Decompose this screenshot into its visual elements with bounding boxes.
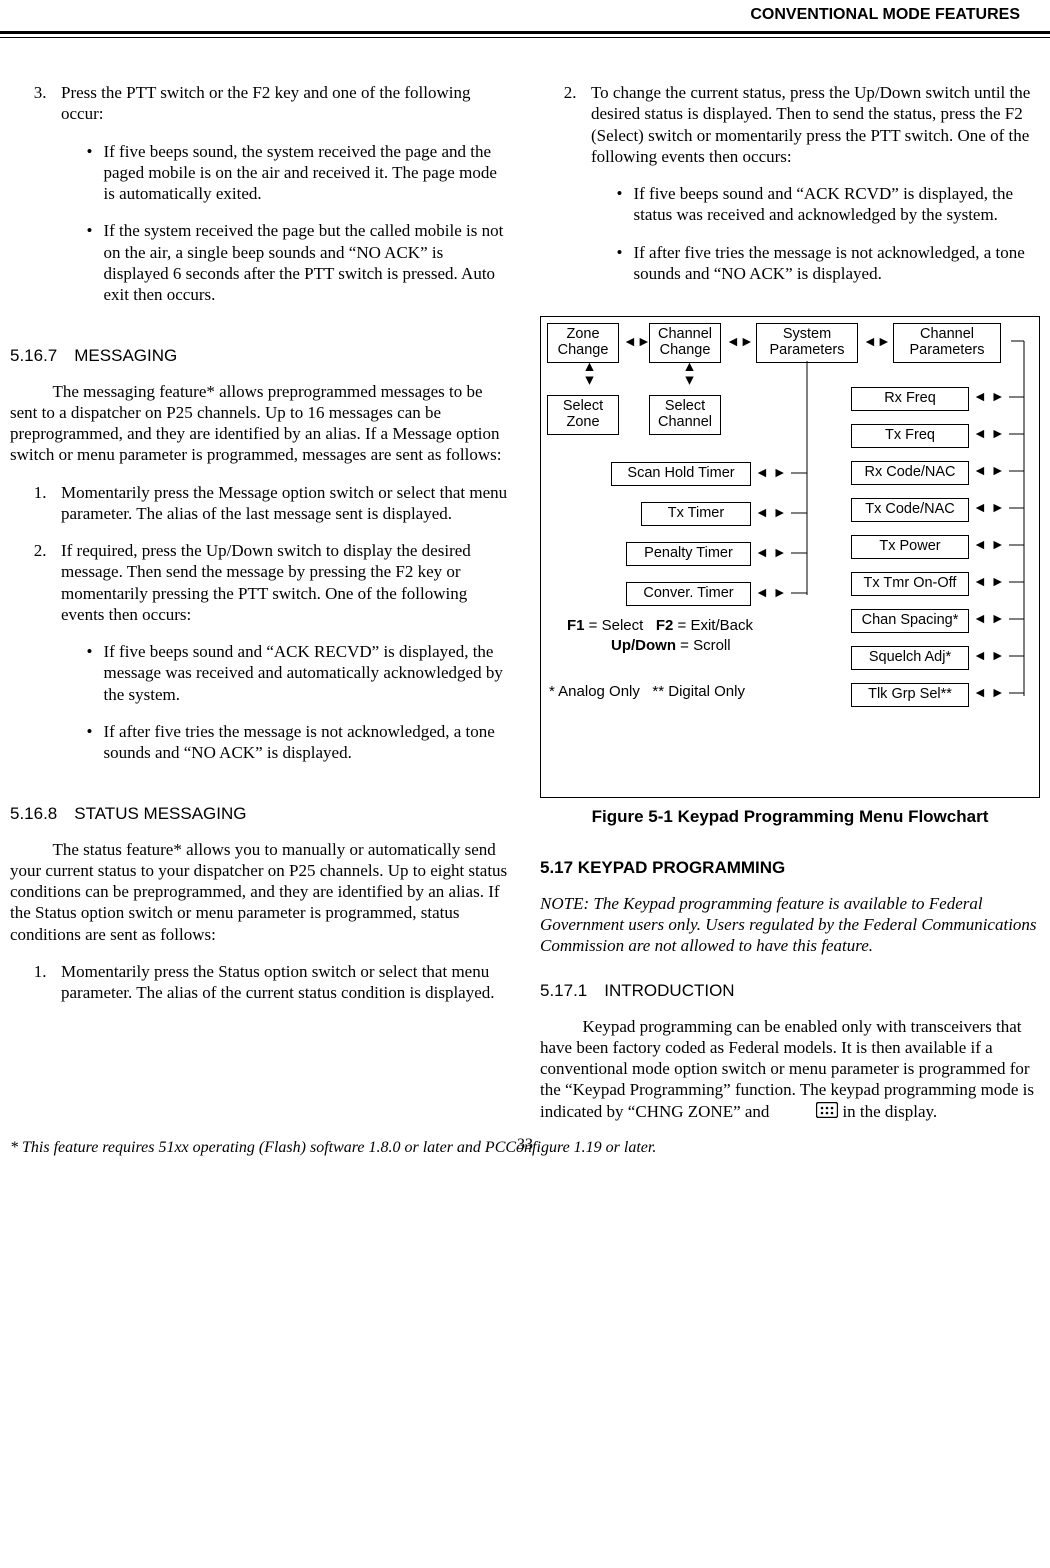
flowchart: Zone Change ◄► Channel Change ◄► System … [540,316,1040,798]
section-heading: 5.17.1 INTRODUCTION [540,980,1040,1001]
note-text: NOTE: The Keypad programming feature is … [540,893,1040,957]
body-text: The status feature* allows you to manual… [10,839,510,945]
header-rule-thick [0,31,1050,34]
body-text: If after five tries the message is not a… [103,721,510,764]
body-text: Keypad programming can be enabled only w… [540,1016,1040,1124]
body-text: If five beeps sound, the system received… [103,141,510,205]
keypad-icon [774,1102,839,1123]
body-text: If five beeps sound and “ACK RECVD” is d… [103,641,510,705]
body-text: If the system received the page but the … [103,220,510,305]
flow-legend: F1 = Select F2 = Exit/Back [567,617,753,636]
body-text: To change the current status, press the … [591,82,1040,167]
body-text: The messaging feature* allows preprogram… [10,381,510,466]
flow-legend: Up/Down = Scroll [611,637,731,656]
body-text: Momentarily press the Message option swi… [61,482,510,525]
body-text: If after five tries the message is not a… [633,242,1040,285]
body-text: If five beeps sound and “ACK RCVD” is di… [633,183,1040,226]
flow-legend: * Analog Only ** Digital Only [549,683,745,702]
figure-caption: Figure 5-1 Keypad Programming Menu Flowc… [540,806,1040,827]
flow-lines [541,317,1039,797]
section-heading: 5.16.8 STATUS MESSAGING [10,803,510,824]
section-heading: 5.16.7 MESSAGING [10,345,510,366]
section-heading: 5.17 KEYPAD PROGRAMMING [540,857,1040,878]
right-column: 2. To change the current status, press t… [540,82,1040,1139]
body-text: Momentarily press the Status option swit… [61,961,510,1004]
left-column: 3. Press the PTT switch or the F2 key an… [10,82,510,1139]
body-text: If required, press the Up/Down switch to… [61,540,510,625]
running-header: CONVENTIONAL MODE FEATURES [0,5,1050,31]
list-number: 3. [34,82,61,321]
body-text: Press the PTT switch or the F2 key and o… [61,82,510,125]
